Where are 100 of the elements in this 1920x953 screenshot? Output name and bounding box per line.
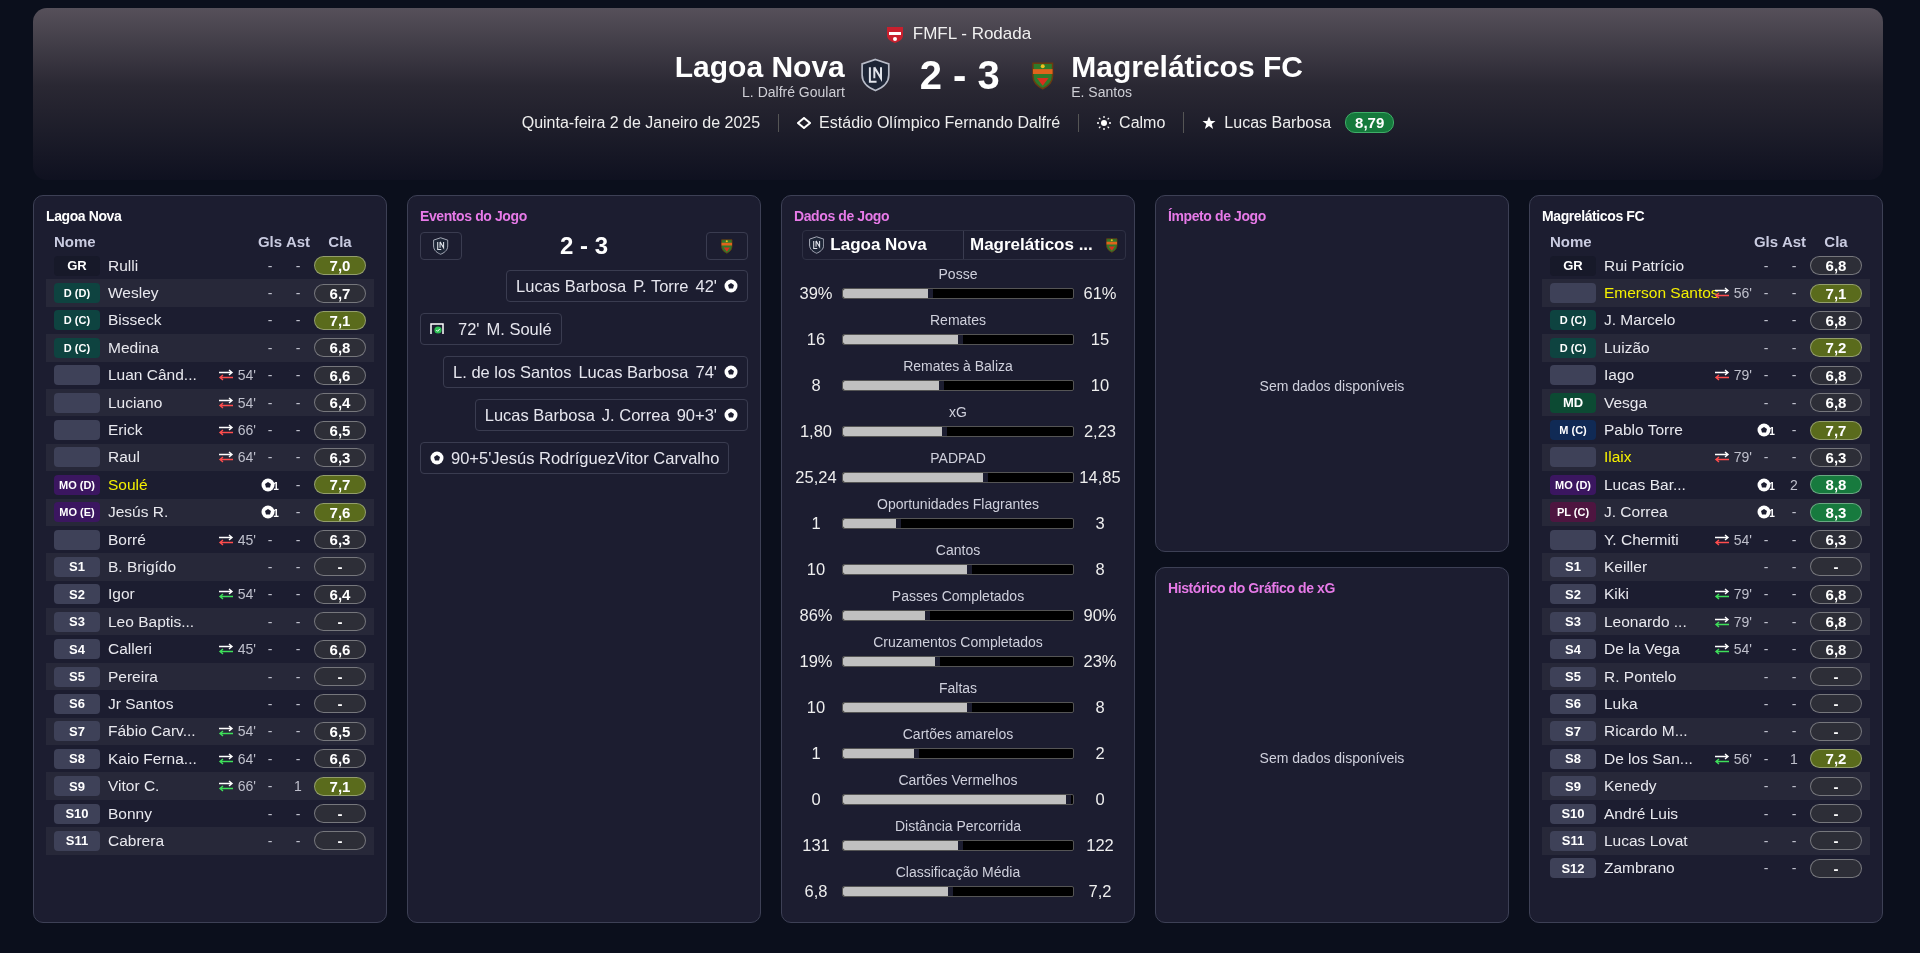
- player-row[interactable]: S12 Zambrano - - -: [1542, 854, 1870, 882]
- player-name: Erick: [107, 421, 143, 440]
- player-row[interactable]: D (C) Bisseck - - 7,1: [46, 306, 374, 335]
- goals-value: -: [1762, 394, 1770, 411]
- player-row[interactable]: GR Rulli - - 7,0: [46, 252, 374, 280]
- player-row[interactable]: GR Rui Patrício - - 6,8: [1542, 252, 1870, 280]
- player-row[interactable]: S2 Kiki 79' - - 6,8: [1542, 580, 1870, 609]
- assists-value: -: [294, 586, 302, 603]
- player-name: Pablo Torre: [1603, 421, 1683, 440]
- event-text: 42': [695, 276, 717, 296]
- player-row[interactable]: MO (D) Lucas Bar... 1 2 8,8: [1542, 471, 1870, 499]
- match-date: Quinta-feira 2 de Janeiro de 2025: [521, 113, 761, 132]
- swap-arrows-icon: [217, 752, 234, 765]
- player-row[interactable]: MD Vesga - - 6,8: [1542, 388, 1870, 417]
- away-value: 0: [1094, 790, 1106, 809]
- rating-pill: 6,8: [1810, 365, 1862, 385]
- position-tag: S11: [1550, 830, 1596, 851]
- goals-value: -: [1762, 559, 1770, 575]
- event-text: 90+5'Jesús RodríguezVitor Carvalho: [451, 448, 720, 468]
- player-row[interactable]: S10 Bonny - - -: [46, 799, 374, 828]
- assists-value: -: [1790, 504, 1798, 521]
- player-row[interactable]: Luciano 54' - - 6,4: [46, 388, 374, 417]
- swap-arrows-icon: [1713, 752, 1730, 765]
- player-row[interactable]: MO (D) Soulé 1 - 7,7: [46, 471, 374, 499]
- player-row[interactable]: S4 De la Vega 54' - - 6,8: [1542, 635, 1870, 663]
- player-name: Emerson Santos: [1603, 284, 1719, 303]
- ball-icon: [724, 365, 738, 379]
- rating-pill: 7,7: [314, 475, 366, 495]
- position-tag: M (C): [1550, 420, 1596, 441]
- player-row[interactable]: S11 Lucas Lovat - - -: [1542, 827, 1870, 855]
- player-row[interactable]: S1 B. Brigído - - -: [46, 553, 374, 581]
- player-name: Medina: [107, 338, 159, 357]
- assists-value: -: [294, 613, 302, 630]
- player-row[interactable]: S8 Kaio Ferna... 64' - - 6,6: [46, 745, 374, 773]
- player-row[interactable]: Emerson Santos 56' - - 7,1: [1542, 279, 1870, 307]
- goals-value: -: [1762, 339, 1770, 356]
- player-row[interactable]: S6 Luka - - -: [1542, 690, 1870, 718]
- player-row[interactable]: M (C) Pablo Torre 1 - 7,7: [1542, 416, 1870, 444]
- player-row[interactable]: Luan Când... 54' - - 6,6: [46, 361, 374, 389]
- assists-value: -: [294, 285, 302, 302]
- player-row[interactable]: Iago 79' - - 6,8: [1542, 361, 1870, 389]
- goals-value: -: [1762, 586, 1770, 603]
- swap-arrows-icon: [1713, 643, 1730, 656]
- sun-icon: [1097, 115, 1112, 130]
- shield-icon: [1029, 60, 1056, 90]
- goal-count: 1: [1769, 480, 1775, 492]
- position-tag: D (C): [1550, 337, 1596, 358]
- player-row[interactable]: MO (E) Jesús R. 1 - 7,6: [46, 498, 374, 526]
- player-row[interactable]: S7 Fábio Carv... 54' - - 6,5: [46, 717, 374, 746]
- position-tag: S4: [54, 639, 100, 660]
- player-row[interactable]: S6 Jr Santos - - -: [46, 690, 374, 718]
- goals-value: -: [266, 531, 274, 548]
- event-card[interactable]: 72' M. Soulé: [420, 313, 562, 345]
- player-name: Luan Când...: [107, 366, 197, 385]
- player-row[interactable]: Erick 66' - - 6,5: [46, 416, 374, 444]
- position-tag: S9: [54, 776, 100, 797]
- event-card[interactable]: 90+5'Jesús RodríguezVitor Carvalho: [420, 442, 730, 474]
- team-tab[interactable]: Lagoa Nova: [803, 231, 964, 259]
- position-tag: S5: [1550, 666, 1596, 687]
- sub-minute: 54': [1733, 531, 1752, 548]
- player-row[interactable]: Raul 64' - - 6,3: [46, 443, 374, 472]
- rating-pill: 6,3: [1810, 530, 1862, 550]
- player-row[interactable]: S9 Vitor C. 66' - 1 7,1: [46, 772, 374, 800]
- player-row[interactable]: S4 Calleri 45' - - 6,6: [46, 635, 374, 663]
- player-row[interactable]: S3 Leo Baptis... - - -: [46, 608, 374, 636]
- away-value: 7,2: [1087, 882, 1113, 901]
- player-row[interactable]: PL (C) J. Correa 1 - 8,3: [1542, 498, 1870, 526]
- player-row[interactable]: S11 Cabrera - - -: [46, 827, 374, 855]
- player-row[interactable]: Ilaix 79' - - 6,3: [1542, 443, 1870, 472]
- event-card[interactable]: L. de los Santos Lucas Barbosa 74': [443, 356, 748, 388]
- player-row[interactable]: S7 Ricardo M... - - -: [1542, 717, 1870, 746]
- player-row[interactable]: D (C) Medina - - 6,8: [46, 334, 374, 362]
- player-row[interactable]: S2 Igor 54' - - 6,4: [46, 580, 374, 609]
- event-card[interactable]: Lucas Barbosa J. Correa 90+3': [474, 399, 748, 431]
- team-tab[interactable]: Magreláticos ...: [964, 231, 1125, 259]
- rating-pill: 6,5: [314, 721, 366, 741]
- column-header: Nome: [1550, 232, 1593, 250]
- rating-pill: 6,5: [314, 420, 366, 440]
- player-row[interactable]: Y. Chermiti 54' - - 6,3: [1542, 525, 1870, 554]
- player-row[interactable]: S5 R. Pontelo - - -: [1542, 662, 1870, 691]
- goal-count: 1: [1769, 508, 1775, 520]
- event-card[interactable]: Lucas Barbosa P. Torre 42': [506, 270, 748, 302]
- player-row[interactable]: D (C) J. Marcelo - - 6,8: [1542, 306, 1870, 335]
- player-row[interactable]: D (C) Luizão - - 7,2: [1542, 334, 1870, 362]
- player-row[interactable]: S3 Leonardo ... 79' - - 6,8: [1542, 608, 1870, 636]
- position-tag: MO (D): [54, 474, 100, 495]
- player-row[interactable]: D (D) Wesley - - 6,7: [46, 279, 374, 307]
- player-row[interactable]: S5 Pereira - - -: [46, 662, 374, 691]
- event-text: 74': [695, 362, 717, 382]
- player-name: Keiller: [1603, 558, 1648, 576]
- player-row[interactable]: S1 Keiller - - -: [1542, 553, 1870, 581]
- player-row[interactable]: S10 André Luis - - -: [1542, 799, 1870, 828]
- home-value: 1: [810, 744, 822, 763]
- player-row[interactable]: Borré 45' - - 6,3: [46, 525, 374, 554]
- player-row[interactable]: S8 De los San... 56' - 1 7,2: [1542, 745, 1870, 773]
- manager-name: E. Santos: [1071, 84, 1132, 100]
- position-tag: [1550, 529, 1596, 550]
- player-row[interactable]: S9 Kenedy - - -: [1542, 772, 1870, 800]
- player-name: J. Marcelo: [1603, 311, 1676, 330]
- goals-value: -: [1762, 778, 1770, 795]
